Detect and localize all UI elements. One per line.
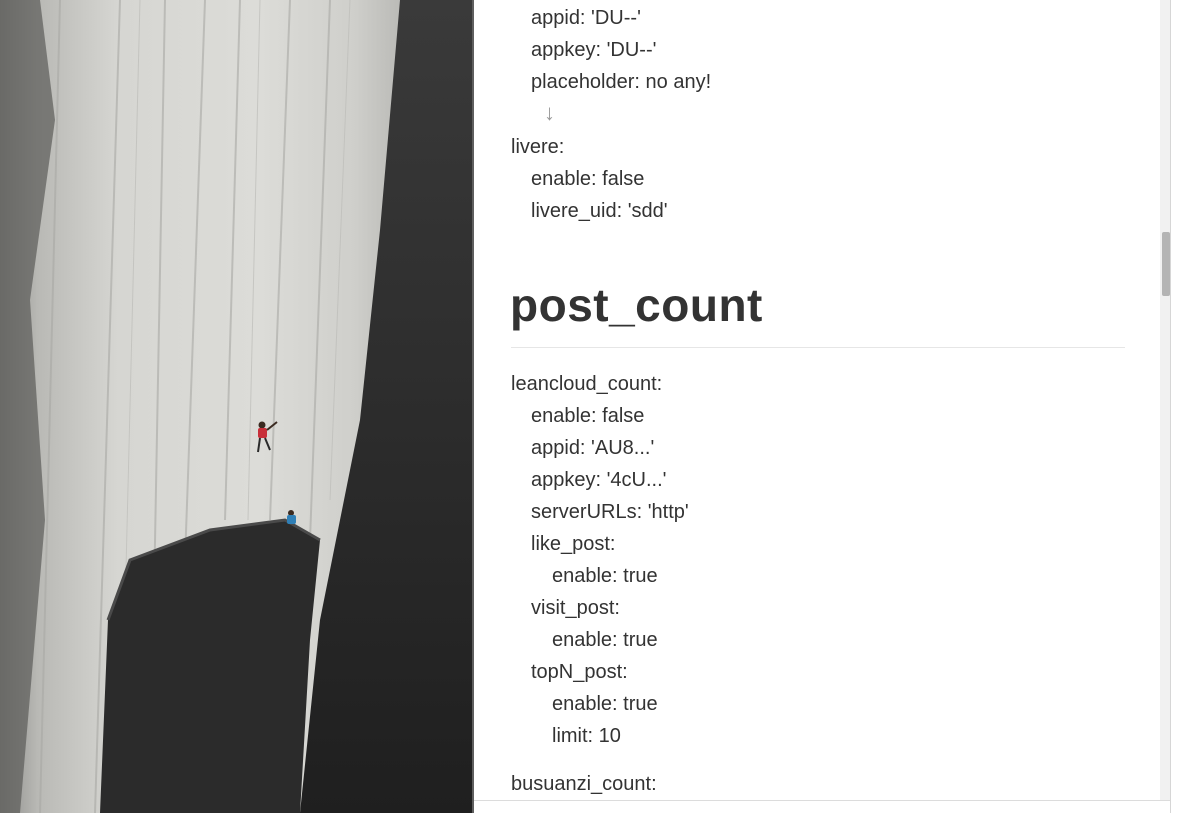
- heading-divider: [511, 347, 1125, 348]
- config-line: visit_post:: [531, 597, 620, 619]
- rock-wall-image: [0, 0, 472, 813]
- bottom-status-bar: [474, 800, 1170, 814]
- config-line: placeholder: no any!: [531, 71, 712, 93]
- scrollbar-thumb[interactable]: [1162, 232, 1170, 296]
- document-content: appid: 'DU--' appkey: 'DU--' placeholder…: [474, 0, 1170, 800]
- config-line: enable: true: [552, 693, 658, 715]
- config-line: livere_uid: 'sdd': [531, 200, 668, 222]
- config-line: appid: 'AU8...': [531, 437, 655, 459]
- section-heading: post_count: [510, 279, 763, 331]
- config-line: appid: 'DU--': [531, 7, 641, 29]
- config-line: enable: false: [531, 168, 645, 190]
- climber-photo: [0, 0, 472, 813]
- config-line: livere:: [511, 136, 565, 158]
- window-edge: [1170, 0, 1182, 813]
- config-line: enable: false: [531, 405, 645, 427]
- config-line: topN_post:: [531, 661, 628, 683]
- config-line: busuanzi_count:: [511, 773, 657, 795]
- config-line: leancloud_count:: [511, 373, 663, 395]
- down-arrow-icon: ↓: [544, 100, 555, 125]
- config-line: limit: 10: [552, 725, 621, 747]
- config-line: enable: true: [552, 629, 658, 651]
- config-line: like_post:: [531, 533, 616, 555]
- config-line: enable: true: [552, 565, 658, 587]
- config-line: serverURLs: 'http': [531, 501, 689, 523]
- config-line: appkey: '4cU...': [531, 469, 667, 491]
- config-line: appkey: 'DU--': [531, 39, 657, 61]
